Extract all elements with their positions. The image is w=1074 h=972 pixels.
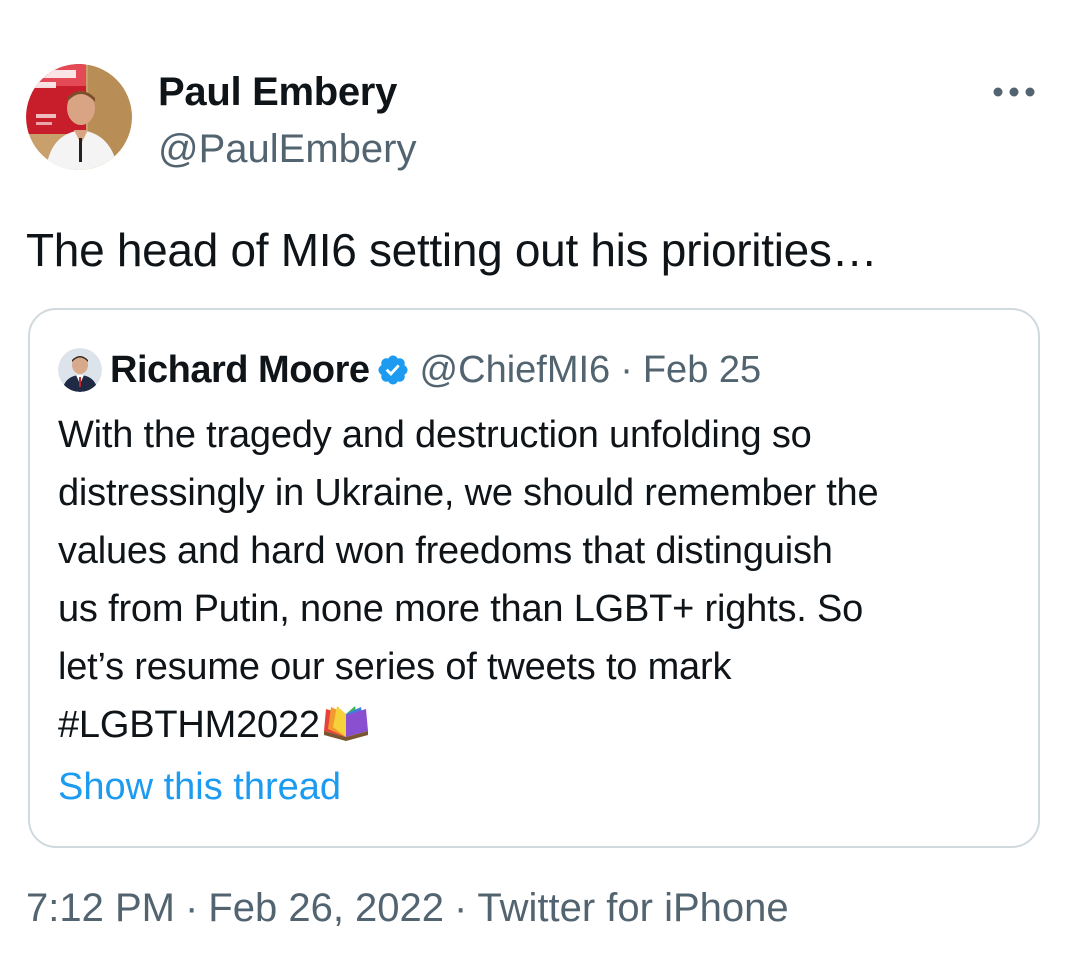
verified-badge-icon [378,355,408,385]
hashtag-link[interactable]: #LGBTHM2022 [58,704,320,746]
tweet-time[interactable]: 7:12 PM [26,886,175,930]
show-thread-link[interactable]: Show this thread [58,766,341,809]
quoted-text-line: distressingly in Ukraine, we should reme… [58,472,879,514]
quoted-author-name[interactable]: Richard Moore [110,349,370,392]
quoted-author-avatar[interactable] [58,348,102,392]
tweet: Paul Embery @PaulEmbery The head of MI6 … [0,0,1074,972]
quoted-tweet-text: With the tragedy and destruction unfoldi… [58,406,1018,754]
author-avatar[interactable] [26,64,132,170]
profile-photo-icon [26,64,132,170]
tweet-date[interactable]: Feb 26, 2022 [208,886,444,930]
quoted-text-line: values and hard won freedoms that distin… [58,530,833,572]
rainbow-book-icon [323,706,368,741]
header-separator: · [620,348,633,391]
quoted-tweet-header: Richard Moore @ChiefMI6 · Feb 25 [58,346,761,394]
author-handle[interactable]: @PaulEmbery [158,127,416,172]
meta-separator: · [454,886,468,930]
author-name[interactable]: Paul Embery [158,70,397,115]
quoted-text-line: let’s resume our series of tweets to mar… [58,646,732,688]
quoted-author-handle[interactable]: @ChiefMI6 [420,349,611,392]
tweet-metadata: 7:12 PM · Feb 26, 2022 · Twitter for iPhone [26,886,789,931]
quoted-text-line: us from Putin, none more than LGBT+ righ… [58,588,864,630]
tweet-source[interactable]: Twitter for iPhone [477,886,788,930]
quoted-tweet-date[interactable]: Feb 25 [643,349,761,392]
tweet-text: The head of MI6 setting out his prioriti… [26,224,878,276]
quoted-tweet-card[interactable]: Richard Moore @ChiefMI6 · Feb 25 With th… [28,308,1040,848]
quoted-profile-photo-icon [58,348,102,392]
quoted-text-line: #LGBTHM2022 [58,696,1018,754]
meta-separator: · [184,886,199,930]
more-dots-icon [993,87,1035,97]
quoted-text-line: With the tragedy and destruction unfoldi… [58,414,812,456]
more-options-button[interactable] [990,74,1038,110]
